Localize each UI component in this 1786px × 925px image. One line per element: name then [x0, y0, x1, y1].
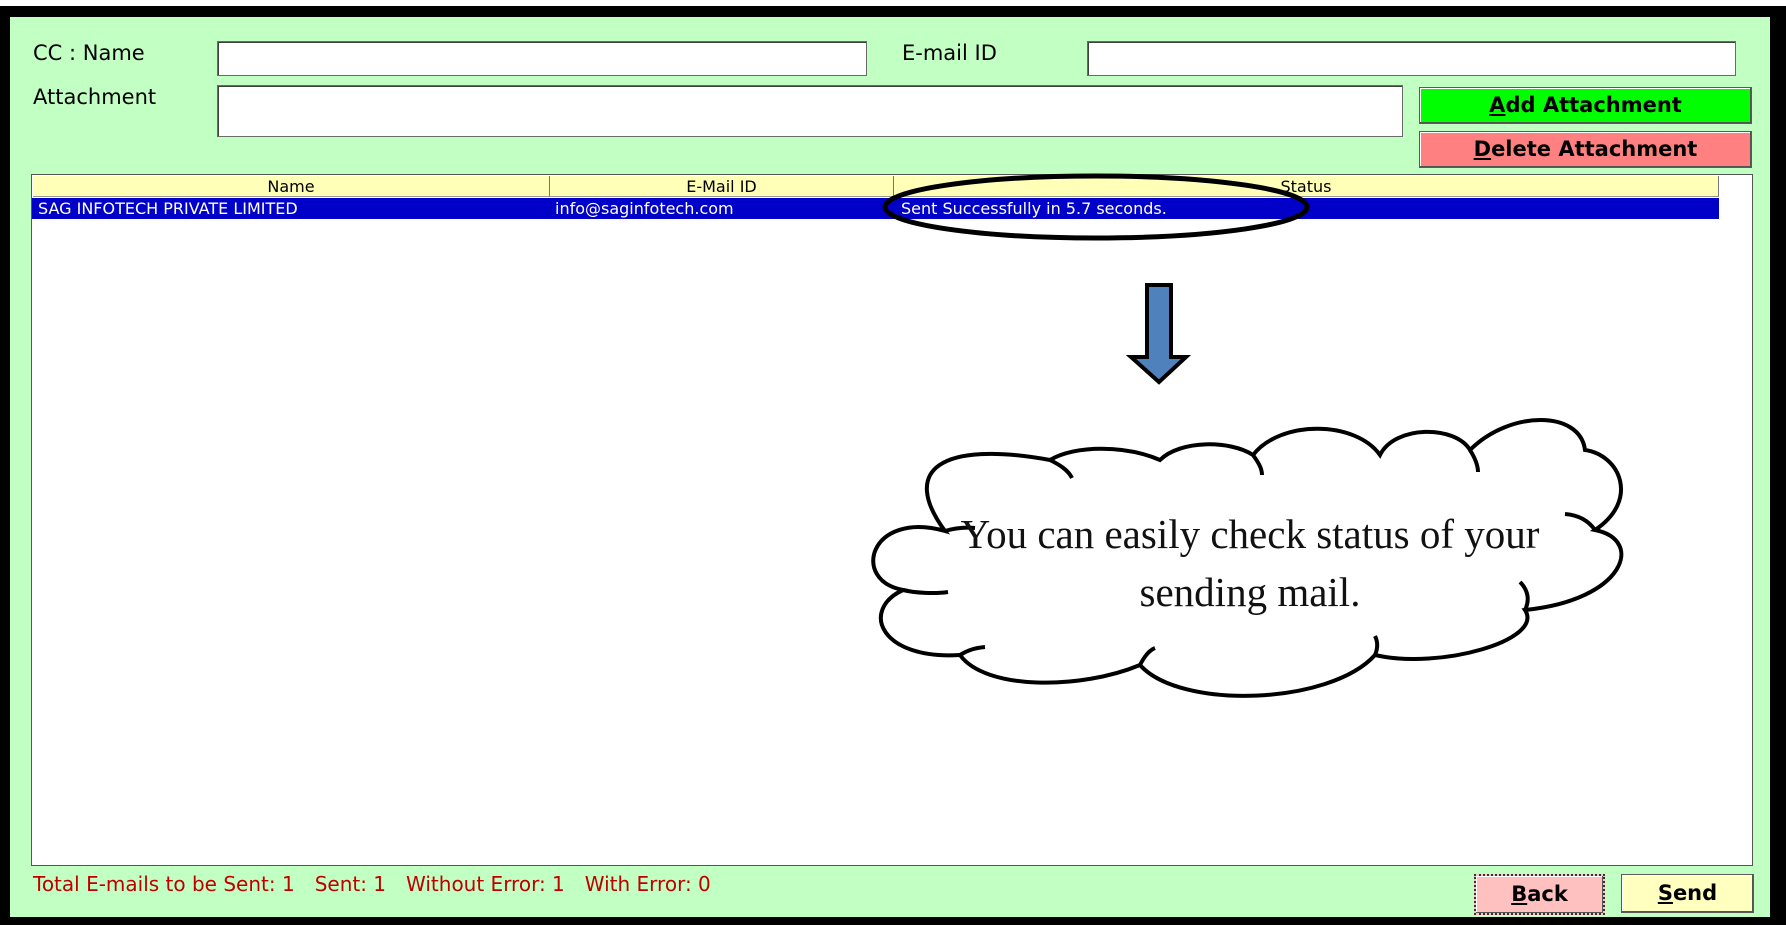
email-id-label: E-mail ID: [902, 41, 997, 65]
add-attachment-button[interactable]: Add Attachment: [1419, 87, 1752, 124]
column-header-email[interactable]: E-Mail ID: [550, 176, 894, 197]
summary-sent: Sent: 1: [314, 872, 387, 896]
cell-status: Sent Successfully in 5.7 seconds.: [901, 199, 1167, 218]
back-label: ack: [1527, 882, 1568, 906]
back-hotkey: B: [1511, 882, 1528, 906]
add-attachment-hotkey: A: [1489, 93, 1506, 117]
add-attachment-label: dd Attachment: [1505, 93, 1682, 117]
column-header-status[interactable]: Status: [894, 176, 1719, 197]
summary-without-error: Without Error: 1: [406, 872, 565, 896]
cell-name: SAG INFOTECH PRIVATE LIMITED: [38, 199, 298, 218]
back-button[interactable]: Back: [1474, 874, 1605, 915]
send-label: end: [1672, 881, 1718, 905]
table-row[interactable]: SAG INFOTECH PRIVATE LIMITED info@saginf…: [32, 198, 1719, 219]
delete-attachment-button[interactable]: Delete Attachment: [1419, 131, 1752, 168]
summary-with-error: With Error: 0: [584, 872, 711, 896]
cc-name-label: CC : Name: [33, 41, 145, 65]
delete-attachment-label: elete Attachment: [1491, 137, 1698, 161]
send-hotkey: S: [1657, 881, 1673, 905]
attachment-list[interactable]: [217, 85, 1403, 137]
grid-scroll-area[interactable]: [1720, 176, 1750, 863]
cell-email: info@saginfotech.com: [555, 199, 734, 218]
cc-name-input[interactable]: [217, 41, 867, 76]
column-header-name[interactable]: Name: [33, 176, 550, 197]
email-id-input[interactable]: [1087, 41, 1736, 76]
attachment-label: Attachment: [33, 85, 157, 109]
summary-bar: Total E-mails to be Sent: 1 Sent: 1 Withou…: [33, 872, 731, 896]
delete-attachment-hotkey: D: [1473, 137, 1492, 161]
summary-total: Total E-mails to be Sent: 1: [33, 872, 295, 896]
callout-text: You can easily check status of your send…: [960, 511, 1540, 615]
send-button[interactable]: Send: [1621, 874, 1754, 913]
